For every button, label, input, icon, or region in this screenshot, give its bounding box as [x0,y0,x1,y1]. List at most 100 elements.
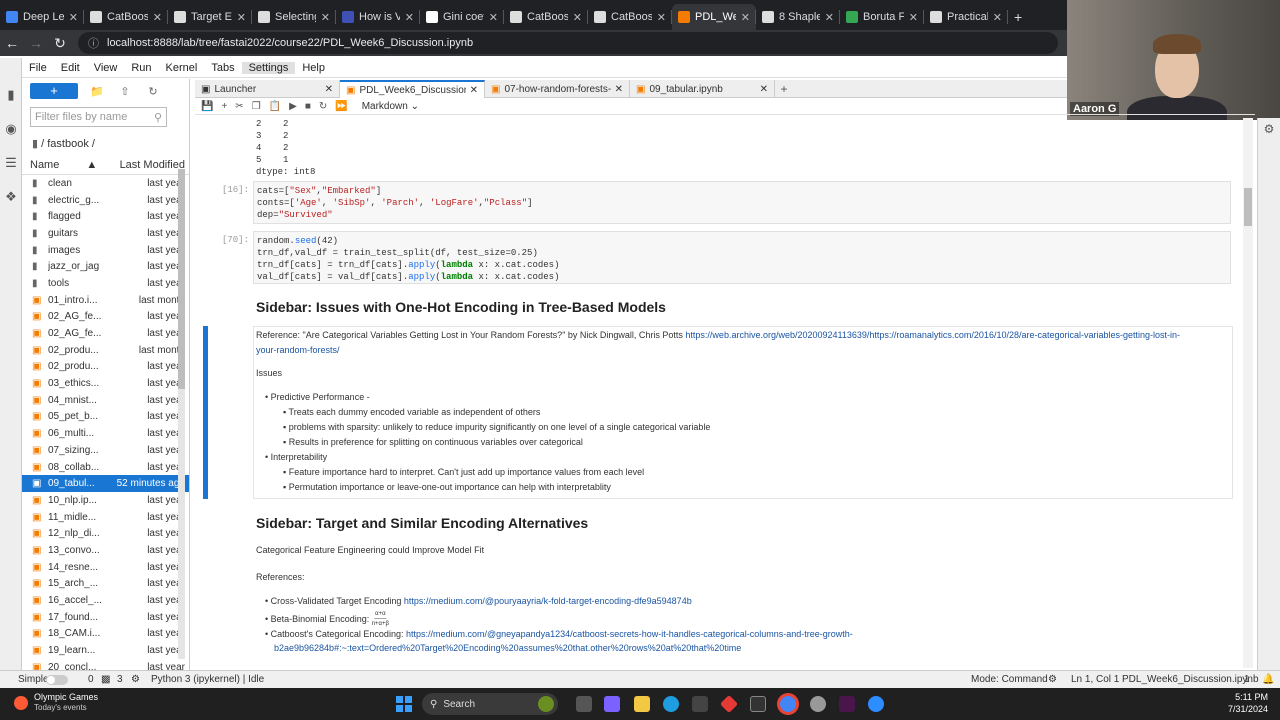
code-cell[interactable]: random.seed(42) trn_df,val_df = train_te… [253,231,1231,284]
cell-type-select[interactable]: Markdown ⌄ [362,101,419,112]
file-row[interactable]: ▣ 02_produ... last year [22,359,189,376]
browser-tab[interactable]: Practical D ✕ [924,4,1008,30]
file-row[interactable]: ▮ jazz_or_jag last year [22,258,189,275]
menu-help[interactable]: Help [295,62,332,74]
filter-files-input[interactable]: Filter files by name ⚲ [30,107,167,127]
file-row[interactable]: ▮ images last year [22,242,189,259]
close-tab-icon[interactable]: ✕ [741,11,750,24]
browser-tab[interactable]: PDL_Week ✕ [672,4,756,30]
browser-tab[interactable]: Gini coeffic ✕ [420,4,504,30]
app-red-icon[interactable] [719,694,739,714]
file-row[interactable]: ▣ 13_convo... last year [22,542,189,559]
menu-edit[interactable]: Edit [54,62,87,74]
file-row[interactable]: ▣ 16_accel_... last year [22,592,189,609]
extension-icon[interactable]: ❖ [0,180,22,214]
close-tab-icon[interactable]: ✕ [69,11,78,24]
cut-icon[interactable]: ✂ [235,101,243,112]
reference-link[interactable]: https://web.archive.org/web/202009241136… [685,330,1180,340]
close-tab-icon[interactable]: ✕ [325,84,333,95]
file-row[interactable]: ▣ 10_nlp.ip... last year [22,492,189,509]
file-row[interactable]: ▮ flagged last year [22,208,189,225]
save-icon[interactable]: 💾 [201,101,213,112]
slack-icon[interactable] [839,696,855,712]
breadcrumb-path[interactable]: / fastbook / [41,138,95,150]
file-row[interactable]: ▣ 05_pet_b... last year [22,409,189,426]
file-row[interactable]: ▮ tools last year [22,275,189,292]
kernel-icon[interactable]: ⚙ [131,674,140,685]
close-tab-icon[interactable]: ✕ [909,11,918,24]
file-row[interactable]: ▣ 04_mnist... last year [22,392,189,409]
browser-tab[interactable]: CatBoost ✕ [588,4,672,30]
file-row[interactable]: ▣ 17_found... last year [22,609,189,626]
new-folder-icon[interactable]: 📁 [88,85,106,98]
ref-link-3[interactable]: https://medium.com/@gneyapandya1234/catb… [406,629,853,639]
file-row[interactable]: ▮ electric_g... last year [22,192,189,209]
ref-link-3-cont[interactable]: b2ae9b96284b#:~:text=Ordered%20Target%20… [274,643,741,653]
notebook-tab[interactable]: ▣07-how-random-forests-real ✕ [485,80,630,98]
site-info-icon[interactable]: ⓘ [88,35,99,51]
browser-tab[interactable]: 8 Shapley ✕ [756,4,840,30]
close-tab-icon[interactable]: ✕ [405,11,414,24]
insert-cell-icon[interactable]: + [221,101,227,112]
breadcrumb[interactable]: ▮ / fastbook / [32,137,189,150]
refresh-icon[interactable]: ↻ [144,85,162,98]
browser-tab[interactable]: Deep Lea ✕ [0,4,84,30]
back-icon[interactable]: ← [0,35,24,51]
reload-icon[interactable]: ↻ [48,35,72,52]
file-row[interactable]: ▣ 11_midle... last year [22,509,189,526]
frog-app-icon[interactable] [538,696,554,712]
file-row[interactable]: ▣ 01_intro.i... last month [22,292,189,309]
close-tab-icon[interactable]: ✕ [573,11,582,24]
notification-icon[interactable]: ⚙ [1048,674,1057,685]
file-row[interactable]: ▣ 08_collab... last year [22,459,189,476]
column-name-header[interactable]: Name ▲ [30,159,97,174]
browser-tab[interactable]: Boruta Fe ✕ [840,4,924,30]
settings-gear-icon[interactable]: ⚙ [1258,122,1280,136]
terminal-app-icon[interactable] [750,696,766,712]
folder-icon[interactable]: ▮ [0,78,22,112]
close-tab-icon[interactable]: ✕ [760,84,768,95]
toc-icon[interactable]: ☰ [0,146,22,180]
file-row[interactable]: ▣ 15_arch_... last year [22,576,189,593]
running-icon[interactable]: ◉ [0,112,22,146]
file-row[interactable]: ▣ 14_resne... last year [22,559,189,576]
run-icon[interactable]: ▶ [289,101,297,112]
close-tab-icon[interactable]: ✕ [470,85,478,96]
chrome-icon[interactable] [780,696,796,712]
windows-start-icon[interactable] [396,696,412,712]
close-tab-icon[interactable]: ✕ [615,84,623,95]
restart-icon[interactable]: ↻ [319,101,327,112]
upload-icon[interactable]: ⇧ [116,85,134,98]
file-row[interactable]: ▣ 07_sizing... last year [22,442,189,459]
menu-run[interactable]: Run [124,62,158,74]
file-row[interactable]: ▮ guitars last year [22,225,189,242]
kernel-status[interactable]: Python 3 (ipykernel) | Idle [151,674,264,685]
restart-run-all-icon[interactable]: ⏩ [335,101,347,112]
menu-file[interactable]: File [22,62,54,74]
task-view-icon[interactable] [576,696,592,712]
close-tab-icon[interactable]: ✕ [825,11,834,24]
file-row[interactable]: ▣ 02_AG_fe... last year [22,325,189,342]
menu-view[interactable]: View [87,62,125,74]
close-tab-icon[interactable]: ✕ [237,11,246,24]
file-row[interactable]: ▣ 18_CAM.i... last year [22,626,189,643]
browser-tab[interactable]: CatBoost ✕ [504,4,588,30]
simple-mode-toggle[interactable] [46,675,68,685]
copilot-icon[interactable] [604,696,620,712]
code-cell[interactable]: cats=["Sex","Embarked"] conts=['Age', 'S… [253,181,1231,224]
paste-icon[interactable]: 📋 [269,101,281,112]
close-tab-icon[interactable]: ✕ [489,11,498,24]
system-clock[interactable]: 5:11 PM 7/31/2024 [1222,691,1268,715]
close-tab-icon[interactable]: ✕ [657,11,666,24]
menu-tabs[interactable]: Tabs [204,62,241,74]
menu-kernel[interactable]: Kernel [159,62,205,74]
file-row[interactable]: ▮ clean last year [22,175,189,192]
browser-tab[interactable]: CatBoost ✕ [84,4,168,30]
file-list-scrollbar[interactable] [178,169,185,659]
browser-tab[interactable]: How is Va ✕ [336,4,420,30]
browser-tab[interactable]: Selecting ✕ [252,4,336,30]
reference-link-cont[interactable]: your-random-forests/ [256,345,340,355]
copy-icon[interactable]: ❐ [252,101,261,112]
new-launcher-button[interactable]: + [30,83,78,99]
close-tab-icon[interactable]: ✕ [321,11,330,24]
